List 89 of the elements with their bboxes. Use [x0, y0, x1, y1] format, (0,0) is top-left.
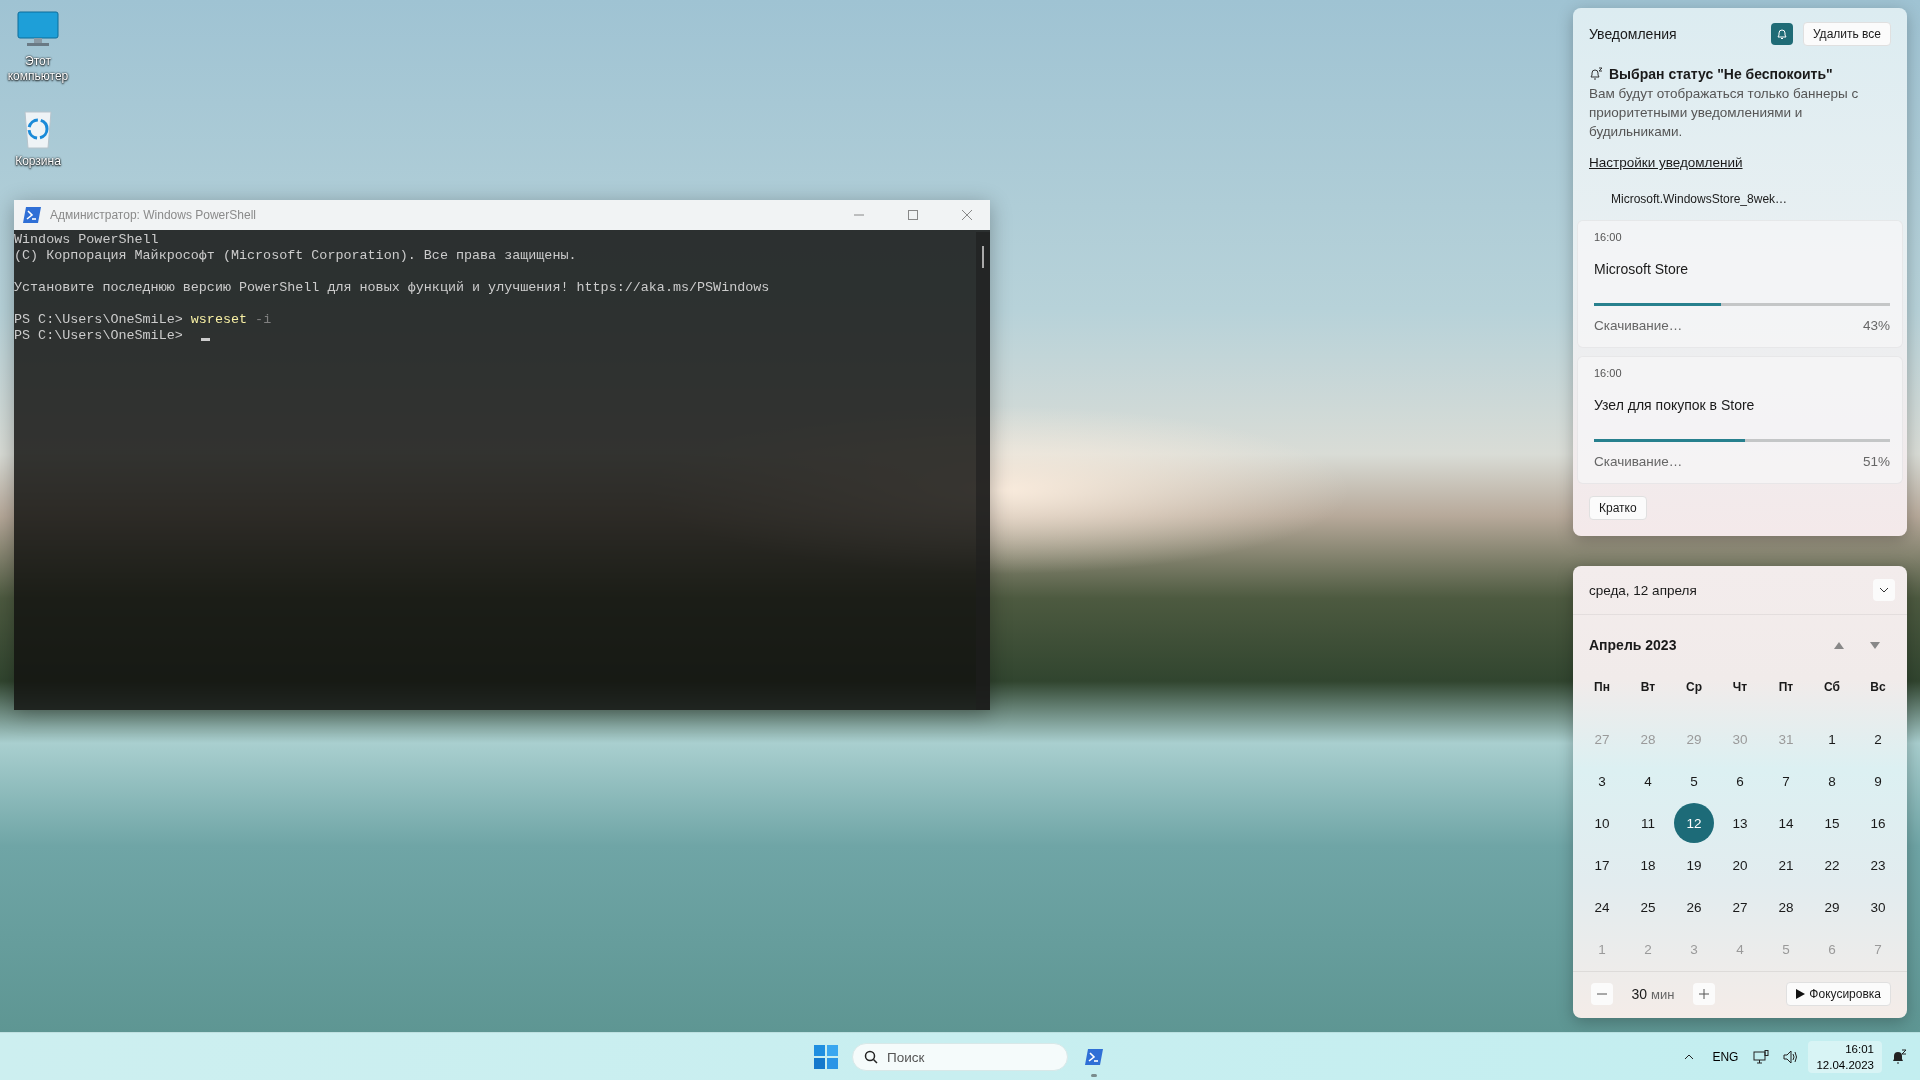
play-icon	[1796, 989, 1806, 999]
calendar-day[interactable]: 20	[1720, 845, 1760, 885]
weekday-label: Вт	[1639, 679, 1657, 696]
calendar-day[interactable]: 8	[1812, 761, 1852, 801]
month-title: Апрель 2023	[1589, 637, 1678, 653]
clear-all-button[interactable]: Удалить все	[1802, 22, 1891, 46]
clock-date: 12.04.2023	[1816, 1057, 1874, 1073]
monitor-icon	[1753, 1049, 1770, 1064]
notification-title: Microsoft Store	[1594, 261, 1690, 277]
close-icon	[962, 210, 972, 220]
calendar-day[interactable]: 13	[1720, 803, 1760, 843]
calendar-day[interactable]: 19	[1674, 845, 1714, 885]
focus-duration: 30 мин	[1630, 986, 1676, 1002]
bell-sleep-icon	[1589, 67, 1603, 81]
weekday-label: Вс	[1869, 679, 1887, 696]
bell-sleep-icon	[1775, 28, 1788, 40]
current-date: среда, 12 апреля	[1589, 582, 1697, 598]
clock[interactable]: 16:01 12.04.2023	[1808, 1040, 1882, 1073]
increase-button[interactable]	[1693, 983, 1715, 1005]
chevron-up-icon	[1684, 1053, 1695, 1060]
calendar-day[interactable]: 25	[1628, 887, 1668, 927]
bell-sleep-icon	[1891, 1048, 1907, 1065]
calendar-day[interactable]: 5	[1674, 761, 1714, 801]
calendar-day[interactable]: 14	[1766, 803, 1806, 843]
notification-card[interactable]: 16:00 Узел для покупок в Store Скачивание… 51%	[1577, 356, 1903, 484]
triangle-down-icon	[1870, 641, 1880, 649]
calendar-day[interactable]: 6	[1720, 761, 1760, 801]
decrease-button[interactable]	[1591, 983, 1613, 1005]
calendar-day[interactable]: 23	[1858, 845, 1898, 885]
calendar-day[interactable]: 21	[1766, 845, 1806, 885]
calendar-day[interactable]: 18	[1628, 845, 1668, 885]
calendar-day[interactable]: 28	[1766, 887, 1806, 927]
calendar-day[interactable]: 16	[1858, 803, 1898, 843]
triangle-up-icon	[1834, 641, 1844, 649]
calendar-day[interactable]: 1	[1812, 719, 1852, 759]
progress-status: Скачивание…	[1594, 454, 1683, 469]
collapse-button[interactable]: Кратко	[1589, 496, 1647, 520]
terminal-line: Установите последнюю версию PowerShell для новых функций и улучшения! https://aka.ms/PSWindows	[14, 280, 771, 296]
app-group-title: Microsoft.WindowsStore_8wek…	[1611, 192, 1789, 206]
calendar-day[interactable]: 22	[1812, 845, 1852, 885]
calendar-day[interactable]: 4	[1628, 761, 1668, 801]
weekday-label: Пт	[1777, 679, 1795, 696]
do-not-disturb-toggle[interactable]	[1770, 23, 1793, 45]
calendar-day[interactable]: 27	[1720, 887, 1760, 927]
terminal-line: Windows PowerShell	[14, 232, 160, 248]
dnd-description: Вам будут отображаться только баннеры с приоритетными уведомлениями и будильниками.	[1589, 85, 1860, 141]
windows-logo-icon	[814, 1045, 838, 1069]
calendar-day[interactable]: 3	[1582, 761, 1622, 801]
calendar-day[interactable]: 29	[1812, 887, 1852, 927]
panel-title: Уведомления	[1589, 26, 1678, 42]
calendar-day[interactable]: 24	[1582, 887, 1622, 927]
calendar-day[interactable]: 7	[1766, 761, 1806, 801]
window-title: Администратор: Windows PowerShell	[50, 208, 257, 222]
terminal-line: PS C:\Users\OneSmiLe>	[14, 328, 976, 344]
start-focus-button[interactable]: Фокусировка	[1786, 982, 1891, 1006]
notification-title: Узел для покупок в Store	[1594, 397, 1756, 413]
calendar-day[interactable]: 15	[1812, 803, 1852, 843]
notification-time: 16:00	[1594, 367, 1623, 379]
calendar-day[interactable]: 9	[1858, 761, 1898, 801]
notification-card[interactable]: 16:00 Microsoft Store Скачивание… 43%	[1577, 220, 1903, 348]
calendar-day[interactable]: 26	[1674, 887, 1714, 927]
powershell-icon	[1084, 1048, 1104, 1066]
calendar-day[interactable]: 10	[1582, 803, 1622, 843]
progress-status: Скачивание…	[1594, 318, 1683, 333]
speaker-icon	[1783, 1049, 1800, 1064]
calendar-day[interactable]: 12	[1674, 803, 1714, 843]
plus-icon	[1699, 989, 1709, 999]
calendar-day[interactable]: 17	[1582, 845, 1622, 885]
weekday-label: Чт	[1731, 679, 1749, 696]
calendar-day[interactable]: 30	[1858, 887, 1898, 927]
weekday-label: Пн	[1593, 679, 1611, 696]
calendar-day[interactable]: 11	[1628, 803, 1668, 843]
notification-settings-link[interactable]: Настройки уведомлений	[1589, 155, 1743, 170]
search-field[interactable]: Поиск	[852, 1043, 1068, 1071]
progress-percent: 51%	[1862, 454, 1890, 469]
powershell-icon	[22, 206, 42, 224]
terminal-line: (C) Корпорация Майкрософт (Microsoft Corporation). Все права защищены.	[14, 248, 578, 264]
progress-percent: 43%	[1862, 318, 1890, 333]
input-language[interactable]: ENG	[1706, 1049, 1745, 1064]
calendar-day[interactable]: 2	[1858, 719, 1898, 759]
scrollbar[interactable]	[976, 232, 990, 710]
weekday-label: Ср	[1685, 679, 1703, 696]
dnd-heading: Выбран статус "Не беспокоить"	[1609, 66, 1833, 82]
maximize-icon	[908, 210, 918, 220]
notification-time: 16:00	[1594, 231, 1623, 243]
clock-time: 16:01	[1845, 1041, 1874, 1057]
chevron-down-icon	[1879, 587, 1889, 593]
weekday-label: Сб	[1823, 679, 1841, 696]
terminal-line: PS C:\Users\OneSmiLe> wsreset -i	[14, 312, 273, 328]
